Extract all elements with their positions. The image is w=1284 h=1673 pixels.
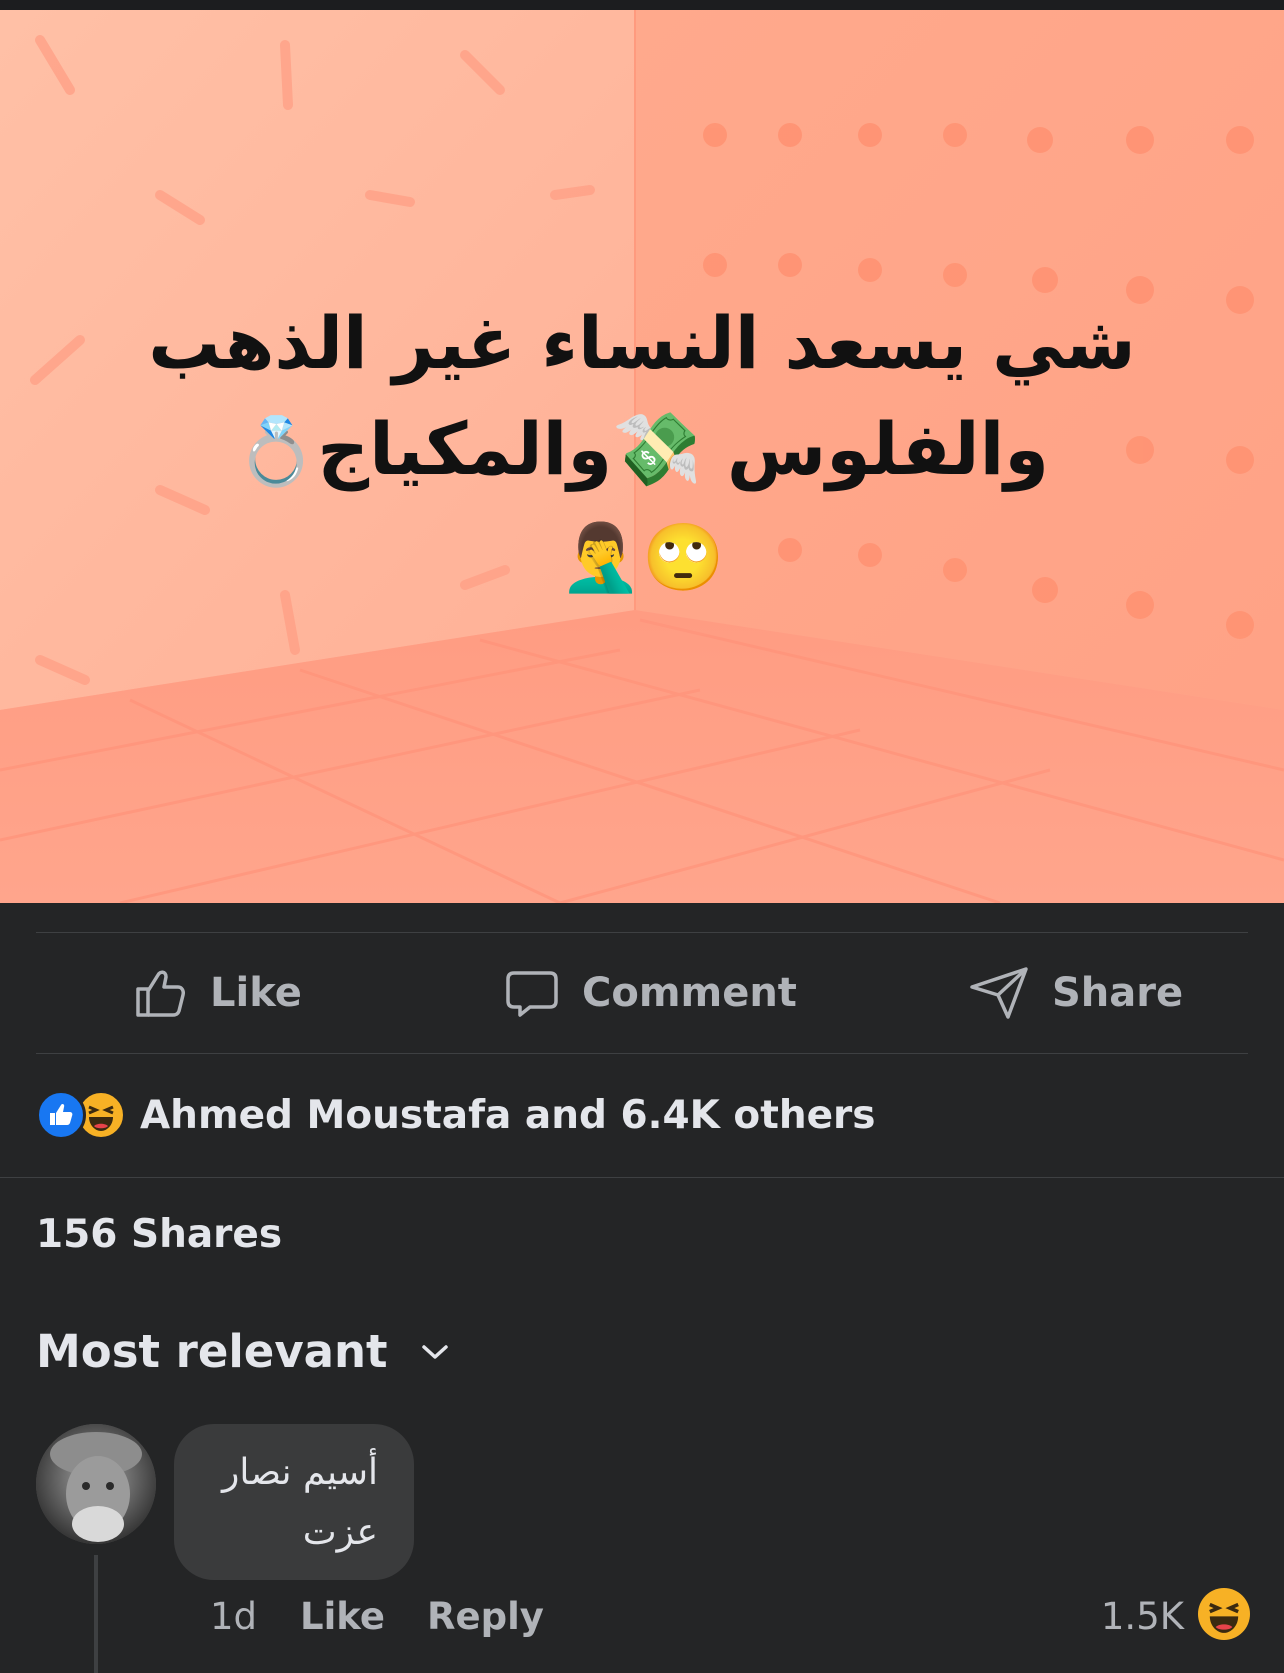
comment-reaction-count[interactable]: 1.5K	[1101, 1595, 1184, 1638]
comment-text: عزت	[302, 1512, 378, 1553]
share-arrow-icon	[970, 967, 1028, 1019]
post-image[interactable]: شي يسعد النساء غير الذهب والفلوس 💸والمكي…	[0, 10, 1284, 903]
post-text-line-3: 🙄🤦‍♂️	[559, 519, 725, 596]
comment-button[interactable]: Comment	[504, 933, 797, 1053]
like-icon	[36, 1090, 86, 1140]
comment-sort-dropdown[interactable]: Most relevant	[36, 1325, 450, 1378]
like-button[interactable]: Like	[132, 933, 302, 1053]
post-detail-page: شي يسعد النساء غير الذهب والفلوس 💸والمكي…	[0, 0, 1284, 1673]
reactions-summary[interactable]: Ahmed Moustafa and 6.4K others	[36, 1090, 876, 1140]
section-divider	[0, 1177, 1284, 1178]
thumbs-up-glyph	[50, 1103, 73, 1125]
reactions-text: Ahmed Moustafa and 6.4K others	[140, 1092, 876, 1138]
post-text-line-1: شي يسعد النساء غير الذهب	[148, 301, 1136, 385]
comment-label: Comment	[582, 970, 797, 1016]
divider-bottom	[36, 1053, 1248, 1054]
thread-line	[94, 1555, 98, 1673]
chevron-down-icon	[421, 1344, 448, 1359]
sort-label: Most relevant	[36, 1325, 388, 1378]
shares-count[interactable]: 156 Shares	[36, 1212, 282, 1257]
comment-author[interactable]: أسيم نصار	[222, 1452, 378, 1493]
laughing-face-glyph	[1209, 1602, 1239, 1633]
haha-icon[interactable]	[1198, 1588, 1250, 1640]
ring-emoji: 💍	[235, 413, 318, 490]
post-action-bar: Like Comment Share	[36, 933, 1248, 1053]
comment-bubble[interactable]: أسيم نصار عزت	[174, 1424, 414, 1580]
comment-icon	[506, 971, 558, 1017]
post-text-line-2-text: والفلوس 💸والمكياج	[317, 407, 1049, 491]
avatar-portrait	[36, 1424, 156, 1544]
top-edge	[0, 0, 1284, 10]
share-button[interactable]: Share	[968, 933, 1183, 1053]
post-text-line-2: والفلوس 💸والمكياج💍	[60, 396, 1224, 505]
commenter-avatar[interactable]	[36, 1424, 156, 1544]
comment-like-button[interactable]: Like	[300, 1595, 385, 1638]
share-label: Share	[1052, 970, 1184, 1016]
post-text: شي يسعد النساء غير الذهب والفلوس 💸والمكي…	[60, 290, 1224, 611]
comment-time[interactable]: 1d	[210, 1595, 257, 1638]
comment-reply-button[interactable]: Reply	[427, 1595, 544, 1638]
like-label: Like	[210, 970, 302, 1016]
thumbs-up-icon	[136, 970, 185, 1017]
